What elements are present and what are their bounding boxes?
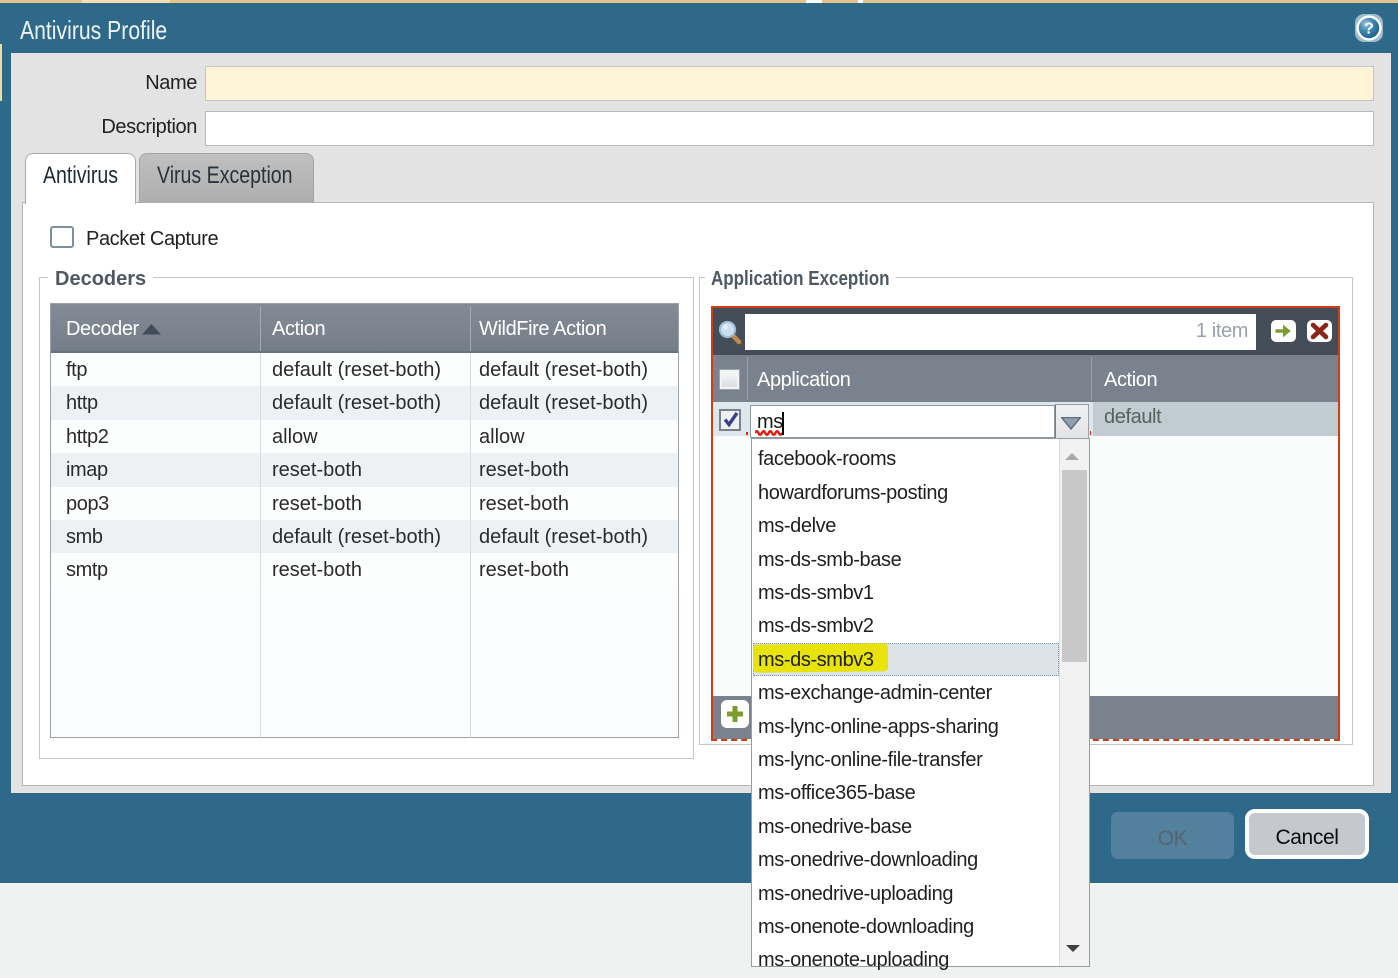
svg-text:?: ? xyxy=(1364,21,1374,38)
